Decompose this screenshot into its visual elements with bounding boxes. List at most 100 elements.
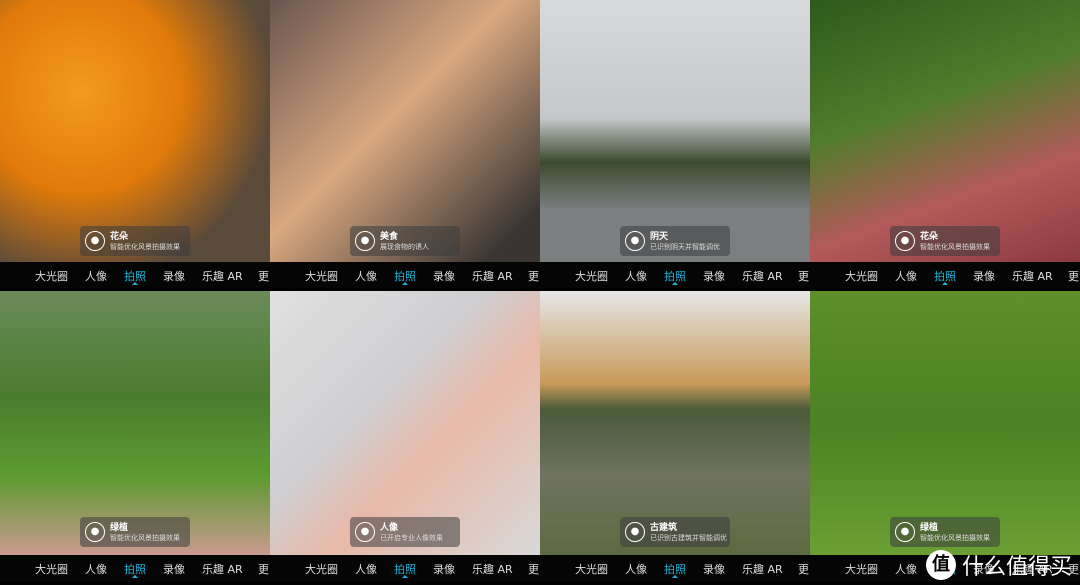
mode-tab[interactable]: 更 (798, 561, 809, 577)
camera-viewfinder-photo (810, 0, 1080, 262)
scene-recognition-badge: ● 美食 展现食物的诱人 (350, 226, 460, 256)
camera-screen: ● 绿植 智能优化风景拍摄效果 大光圈人像拍照录像乐趣 AR更 (0, 291, 270, 585)
mode-tab[interactable]: 人像 (85, 561, 107, 577)
camera-mode-bar: 大光圈人像拍照录像乐趣 AR更 (810, 262, 1080, 288)
mode-tab[interactable]: 乐趣 AR (742, 268, 783, 284)
camera-viewfinder-photo (270, 0, 540, 262)
camera-screen: ● 阴天 已识别阴天并智能调优 大光圈 人像 拍照 录像 乐趣 AR 更 (540, 0, 810, 288)
scene-description: 智能优化风景拍摄效果 (920, 243, 990, 251)
mode-tab[interactable]: 人像 (895, 561, 917, 577)
mode-tab[interactable]: 大光圈 (305, 268, 338, 284)
mode-tab[interactable]: 大光圈 (575, 561, 608, 577)
scene-recognition-badge: ● 阴天 已识别阴天并智能调优 (620, 226, 730, 256)
camera-screen: ● 人像 已开启专业人像效果 大光圈 人像 拍照 录像 乐趣 AR 更 (270, 291, 540, 585)
scene-name: 花朵 (920, 232, 939, 242)
scene-description: 智能优化风景拍摄效果 (110, 534, 180, 542)
camera-mode-bar: 大光圈人像拍照录像乐趣 AR更 (540, 555, 810, 581)
active-mode-indicator (942, 282, 948, 285)
scene-name: 绿植 (110, 523, 129, 533)
food-icon: ● (355, 231, 375, 251)
mode-tab[interactable]: 人像 (625, 561, 647, 577)
mode-tab[interactable]: 录像 (703, 561, 725, 577)
mode-tab[interactable]: 人像 (625, 268, 647, 284)
mode-tab[interactable]: 乐趣 AR (472, 561, 513, 577)
scene-recognition-badge: ● 人像 已开启专业人像效果 (350, 517, 460, 547)
active-mode-indicator (132, 575, 138, 578)
camera-screen: ● 古建筑 已识别古建筑并智能调优 大光圈 人像 拍照 录像 乐趣 AR 更 (540, 291, 810, 585)
person-icon: ● (355, 522, 375, 542)
mode-tab[interactable]: 大光圈 (35, 268, 68, 284)
mode-tab[interactable]: 更 (528, 268, 539, 284)
scene-name: 绿植 (920, 523, 939, 533)
camera-mode-bar: 大光圈人像拍照录像乐趣 AR更 (0, 262, 270, 288)
scene-name: 花朵 (110, 232, 129, 242)
mode-tab[interactable]: 乐趣 AR (202, 268, 243, 284)
camera-viewfinder-photo (810, 291, 1080, 555)
scene-name: 古建筑 (650, 523, 678, 533)
scene-recognition-badge: ● 花朵 智能优化风景拍摄效果 (80, 226, 190, 256)
mode-tab[interactable]: 更 (258, 268, 269, 284)
mode-tab[interactable]: 大光圈 (305, 561, 338, 577)
mode-tab[interactable]: 乐趣 AR (742, 561, 783, 577)
camera-viewfinder-photo (0, 291, 270, 555)
camera-mode-bar: 大光圈人像拍照录像乐趣 AR更 (270, 555, 540, 581)
scene-description: 已识别古建筑并智能调优 (650, 534, 727, 542)
mode-tab[interactable]: 录像 (703, 268, 725, 284)
mode-tab[interactable]: 大光圈 (845, 268, 878, 284)
mode-tab[interactable]: 更 (258, 561, 269, 577)
camera-mode-bar: 大光圈人像拍照录像乐趣 AR更 (270, 262, 540, 288)
watermark-mark: 值 (925, 550, 956, 580)
mode-tab[interactable]: 录像 (163, 268, 185, 284)
camera-viewfinder-photo (0, 0, 270, 262)
scene-recognition-badge: ● 绿植 智能优化风景拍摄效果 (890, 517, 1000, 547)
flower-icon: ● (895, 231, 915, 251)
scene-name: 人像 (380, 523, 399, 533)
mode-tab[interactable]: 乐趣 AR (472, 268, 513, 284)
mode-tab[interactable]: 乐趣 AR (1012, 268, 1053, 284)
mode-tab[interactable]: 更 (1068, 268, 1079, 284)
camera-mode-bar: 大光圈人像拍照录像乐趣 AR更 (540, 262, 810, 288)
watermark-logo: 值 什么值得买 (925, 549, 1072, 581)
scene-description: 展现食物的诱人 (380, 243, 429, 251)
scene-description: 已识别阴天并智能调优 (650, 243, 720, 251)
scene-description: 已开启专业人像效果 (380, 534, 443, 542)
active-mode-indicator (672, 575, 678, 578)
camera-viewfinder-photo (540, 291, 810, 555)
mode-tab[interactable]: 更 (798, 268, 809, 284)
scene-name: 阴天 (650, 232, 669, 242)
mode-tab[interactable]: 人像 (355, 561, 377, 577)
mode-tab[interactable]: 人像 (355, 268, 377, 284)
mode-tab[interactable]: 人像 (895, 268, 917, 284)
scene-recognition-badge: ● 古建筑 已识别古建筑并智能调优 (620, 517, 730, 547)
mode-tab[interactable]: 大光圈 (35, 561, 68, 577)
leaf-icon: ● (85, 522, 105, 542)
camera-screen: ● 花朵 智能优化风景拍摄效果 大光圈 人像 拍照 录像 乐趣 AR 更 (810, 0, 1080, 288)
camera-viewfinder-photo (540, 0, 810, 262)
mode-tab[interactable]: 录像 (433, 268, 455, 284)
active-mode-indicator (402, 575, 408, 578)
mode-tab[interactable]: 更 (528, 561, 539, 577)
scene-recognition-badge: ● 花朵 智能优化风景拍摄效果 (890, 226, 1000, 256)
active-mode-indicator (402, 282, 408, 285)
camera-screen: ● 美食 展现食物的诱人 大光圈 人像 拍照 录像 乐趣 AR 更 (270, 0, 540, 288)
watermark-text: 什么值得买 (961, 555, 1072, 580)
mode-tab[interactable]: 大光圈 (845, 561, 878, 577)
scene-recognition-badge: ● 绿植 智能优化风景拍摄效果 (80, 517, 190, 547)
leaf-icon: ● (895, 522, 915, 542)
mode-tab[interactable]: 人像 (85, 268, 107, 284)
scene-description: 智能优化风景拍摄效果 (920, 534, 990, 542)
camera-screen: ● 花朵 智能优化风景拍摄效果 大光圈 人像 拍照 录像 乐趣 AR 更 (0, 0, 270, 288)
active-mode-indicator (672, 282, 678, 285)
active-mode-indicator (132, 282, 138, 285)
building-icon: ● (625, 522, 645, 542)
mode-tab[interactable]: 乐趣 AR (202, 561, 243, 577)
mode-tab[interactable]: 录像 (433, 561, 455, 577)
flower-icon: ● (85, 231, 105, 251)
mode-tab[interactable]: 大光圈 (575, 268, 608, 284)
scene-description: 智能优化风景拍摄效果 (110, 243, 180, 251)
mode-tab[interactable]: 录像 (163, 561, 185, 577)
camera-screen: ● 绿植 智能优化风景拍摄效果 大光圈人像拍照录像乐趣 AR更 (810, 291, 1080, 585)
scene-name: 美食 (380, 232, 399, 242)
cloud-icon: ● (625, 231, 645, 251)
mode-tab[interactable]: 录像 (973, 268, 995, 284)
